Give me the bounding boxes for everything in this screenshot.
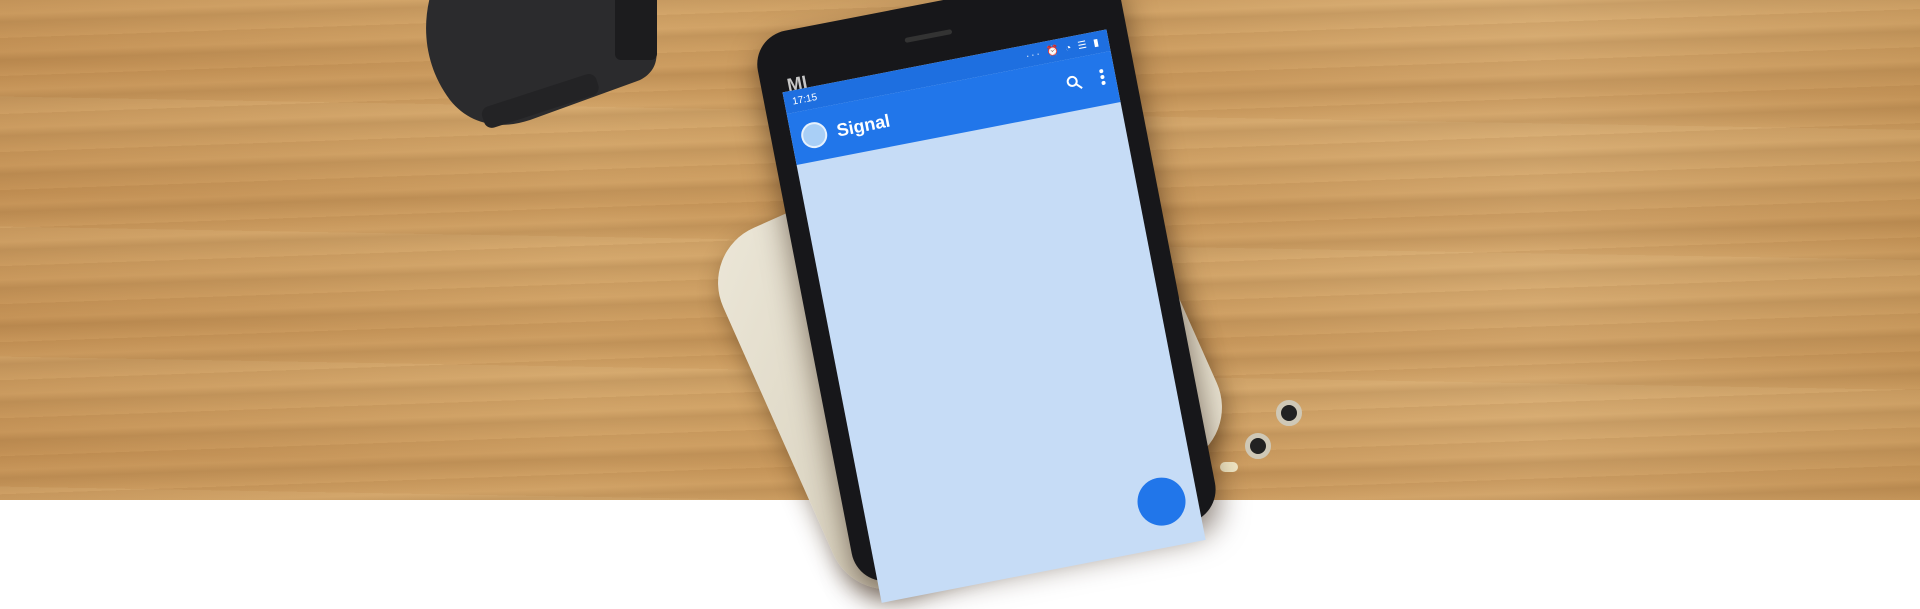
phone-speaker [904, 28, 953, 44]
search-icon[interactable] [1064, 73, 1084, 97]
camera-lens [1245, 433, 1271, 459]
compose-fab-button[interactable] [1133, 473, 1190, 530]
smartwatch [426, 0, 657, 128]
camera-flash [1220, 462, 1238, 472]
phone-screen: 17:15 ··· ⏰ ◔ ☰ ▮ Signal [782, 29, 1206, 603]
signal-logo-icon [798, 119, 830, 151]
more-vert-icon[interactable] [1098, 67, 1108, 91]
status-time: 17:15 [791, 91, 819, 108]
camera-lens [1276, 400, 1302, 426]
